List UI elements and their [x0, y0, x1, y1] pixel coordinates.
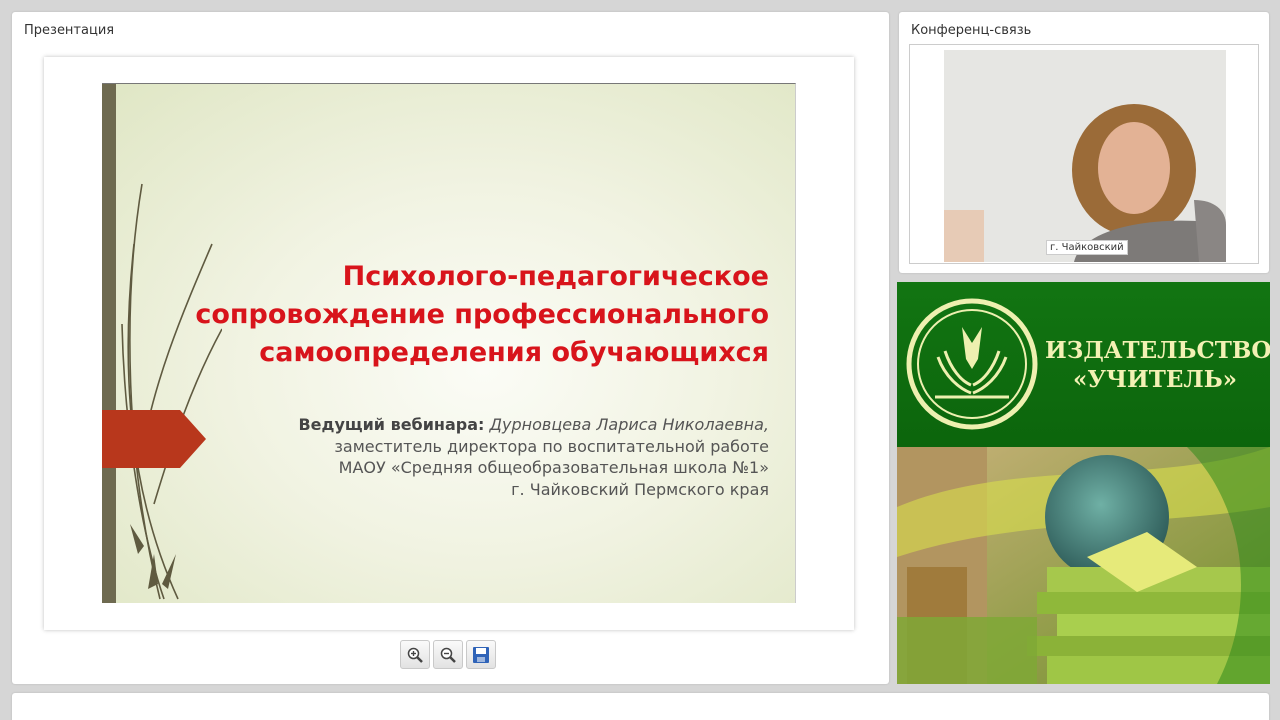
zoom-out-button[interactable] [433, 640, 463, 669]
presenter-school: МАОУ «Средняя общеобразовательная школа … [338, 458, 769, 477]
slide-title: Психолого-педагогическое сопровождение п… [129, 258, 769, 372]
slide: Психолого-педагогическое сопровождение п… [102, 83, 796, 603]
slide-arrow-icon [102, 410, 206, 468]
slide-title-line: Психолого-педагогическое [342, 261, 769, 292]
presenter-name: Дурновцева Лариса Николаевна, [489, 415, 769, 434]
zoom-in-button[interactable] [400, 640, 430, 669]
presenter-position: заместитель директора по воспитательной … [334, 436, 769, 456]
conference-panel-title: Конференц-связь [911, 23, 1032, 38]
slide-title-line: самоопределения обучающихся [259, 337, 769, 368]
publisher-name-line1: ИЗДАТЕЛЬСТВО [1045, 337, 1270, 364]
presenter-city: г. Чайковский Пермского края [511, 479, 769, 499]
conference-panel: Конференц-связь г. Чайковский [899, 12, 1269, 273]
publisher-logo-icon [906, 298, 1038, 430]
video-caption: г. Чайковский [1046, 240, 1128, 255]
banner-top: ИЗДАТЕЛЬСТВО «УЧИТЕЛЬ» [897, 282, 1270, 447]
presentation-panel: Презентация Психолого-педагогическое соп… [12, 12, 889, 684]
zoom-in-icon [407, 647, 423, 663]
zoom-out-icon [440, 647, 456, 663]
bottom-panel [12, 693, 1269, 720]
save-icon [473, 646, 489, 663]
save-button[interactable] [466, 640, 496, 669]
presenter-line: Ведущий вебинара: Дурновцева Лариса Нико… [249, 414, 769, 436]
video-container: г. Чайковский [909, 44, 1259, 264]
banner-books-image [897, 447, 1270, 684]
publisher-name-line2: «УЧИТЕЛЬ» [1072, 366, 1238, 393]
slide-title-line: сопровождение профессионального [195, 299, 769, 330]
video-feed[interactable]: г. Чайковский [944, 50, 1226, 262]
presentation-toolbar [400, 640, 496, 669]
presentation-panel-title: Презентация [24, 23, 115, 38]
publisher-banner[interactable]: ИЗДАТЕЛЬСТВО «УЧИТЕЛЬ» [897, 282, 1270, 684]
publisher-name: ИЗДАТЕЛЬСТВО «УЧИТЕЛЬ» [1045, 336, 1270, 394]
webcam-person-image [944, 50, 1226, 262]
slide-frame: Психолого-педагогическое сопровождение п… [44, 57, 854, 630]
presenter-label: Ведущий вебинара: [298, 415, 485, 434]
slide-presenter-info: Ведущий вебинара: Дурновцева Лариса Нико… [249, 414, 769, 500]
